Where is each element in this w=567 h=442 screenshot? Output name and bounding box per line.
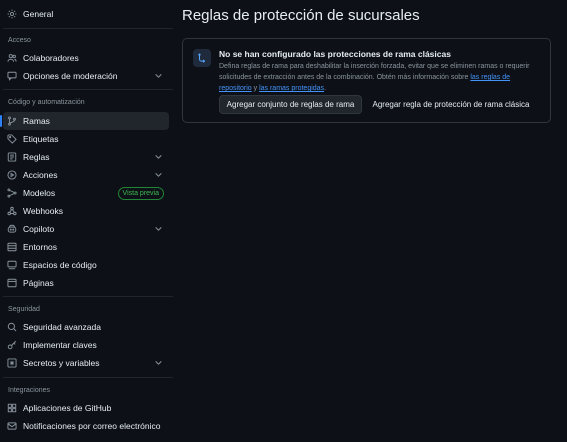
- sidebar-divider: [3, 296, 173, 297]
- description-text: .: [324, 85, 327, 92]
- add-classic-rule-button[interactable]: Agregar regla de protección de rama clás…: [369, 95, 533, 114]
- settings-sidebar: General Acceso Colaboradores Opciones de…: [0, 0, 176, 442]
- chevron-down-icon: [154, 358, 164, 368]
- section-title-code: Código y automatización: [8, 99, 85, 106]
- comment-report-icon: [7, 71, 17, 81]
- section-title-integrations: Integraciones: [8, 387, 51, 394]
- chevron-down-icon: [154, 71, 164, 81]
- section-title-security: Seguridad: [8, 306, 40, 313]
- chevron-down-icon: [154, 170, 164, 180]
- sidebar-item-actions[interactable]: Acciones: [3, 166, 169, 184]
- webhook-icon: [7, 206, 17, 216]
- sidebar-item-tags[interactable]: Etiquetas: [3, 130, 169, 148]
- sidebar-item-label: Seguridad avanzada: [23, 322, 101, 332]
- mail-icon: [7, 421, 17, 431]
- sidebar-item-label: Acciones: [23, 170, 58, 180]
- sidebar-item-label: Páginas: [23, 278, 54, 288]
- sidebar-item-label: Reglas: [23, 152, 50, 162]
- play-icon: [7, 170, 17, 180]
- sidebar-item-environments[interactable]: Entornos: [3, 238, 169, 256]
- empty-state-title: No se han configurado las protecciones d…: [219, 49, 451, 59]
- sidebar-item-label: Implementar claves: [23, 340, 97, 350]
- sidebar-item-advanced-security[interactable]: Seguridad avanzada: [3, 318, 169, 336]
- sidebar-item-rules[interactable]: Reglas: [3, 148, 169, 166]
- apps-icon: [7, 403, 17, 413]
- sidebar-item-secrets[interactable]: Secretos y variables: [3, 354, 169, 372]
- git-branch-icon: [7, 116, 17, 126]
- sidebar-item-label: Entornos: [23, 242, 58, 252]
- codescan-icon: [7, 322, 17, 332]
- sidebar-item-email-notifications[interactable]: Notificaciones por correo electrónico: [3, 417, 169, 435]
- people-icon: [7, 53, 17, 63]
- sidebar-item-label: Etiquetas: [23, 134, 59, 144]
- rules-icon: [7, 152, 17, 162]
- asterisk-icon: [7, 358, 17, 368]
- tag-icon: [7, 134, 17, 144]
- sidebar-item-models[interactable]: Modelos Vista previa: [3, 184, 169, 202]
- shield-branch-icon: [193, 49, 211, 67]
- empty-state-box: No se han configurado las protecciones d…: [182, 38, 551, 123]
- sidebar-item-label: Opciones de moderación: [23, 71, 118, 81]
- copilot-icon: [7, 224, 17, 234]
- sidebar-item-pages[interactable]: Páginas: [3, 274, 169, 292]
- preview-badge: Vista previa: [117, 186, 164, 200]
- add-branch-ruleset-button[interactable]: Agregar conjunto de reglas de rama: [219, 95, 362, 114]
- sidebar-item-label: Notificaciones por correo electrónico: [23, 421, 161, 431]
- sidebar-divider: [3, 28, 173, 29]
- codespaces-icon: [7, 260, 17, 270]
- sidebar-item-label: Aplicaciones de GitHub: [23, 403, 112, 413]
- sidebar-item-copilot[interactable]: Copiloto: [3, 220, 169, 238]
- sidebar-divider: [3, 377, 173, 378]
- sidebar-item-label: Colaboradores: [23, 53, 79, 63]
- sidebar-item-branches[interactable]: Ramas: [0, 112, 169, 130]
- sidebar-item-moderation[interactable]: Opciones de moderación: [3, 67, 169, 85]
- sidebar-item-deploy-keys[interactable]: Implementar claves: [3, 336, 169, 354]
- chevron-down-icon: [154, 152, 164, 162]
- sidebar-item-label: Espacios de código: [23, 260, 97, 270]
- protected-branches-link[interactable]: las ramas protegidas: [259, 85, 324, 92]
- sidebar-item-label: General: [23, 9, 54, 19]
- model-icon: [7, 188, 17, 198]
- key-icon: [7, 340, 17, 350]
- chevron-down-icon: [154, 224, 164, 234]
- sidebar-divider: [3, 89, 173, 90]
- sidebar-item-codespaces[interactable]: Espacios de código: [3, 256, 169, 274]
- sidebar-item-label: Webhooks: [23, 206, 64, 216]
- gear-icon: [7, 9, 17, 19]
- section-title-access: Acceso: [8, 37, 31, 44]
- sidebar-item-label: Copiloto: [23, 224, 55, 234]
- sidebar-item-webhooks[interactable]: Webhooks: [3, 202, 169, 220]
- sidebar-item-label: Secretos y variables: [23, 358, 100, 368]
- browser-icon: [7, 278, 17, 288]
- page-title: Reglas de protección de sucursales: [182, 7, 420, 24]
- sidebar-item-github-apps[interactable]: Aplicaciones de GitHub: [3, 399, 169, 417]
- sidebar-item-general[interactable]: General: [3, 5, 169, 23]
- sidebar-item-label: Modelos: [23, 188, 56, 198]
- server-icon: [7, 242, 17, 252]
- sidebar-item-label: Ramas: [23, 116, 50, 126]
- empty-state-description: Defina reglas de rama para deshabilitar …: [219, 61, 541, 94]
- sidebar-item-collaborators[interactable]: Colaboradores: [3, 49, 169, 67]
- description-text: y: [251, 85, 260, 92]
